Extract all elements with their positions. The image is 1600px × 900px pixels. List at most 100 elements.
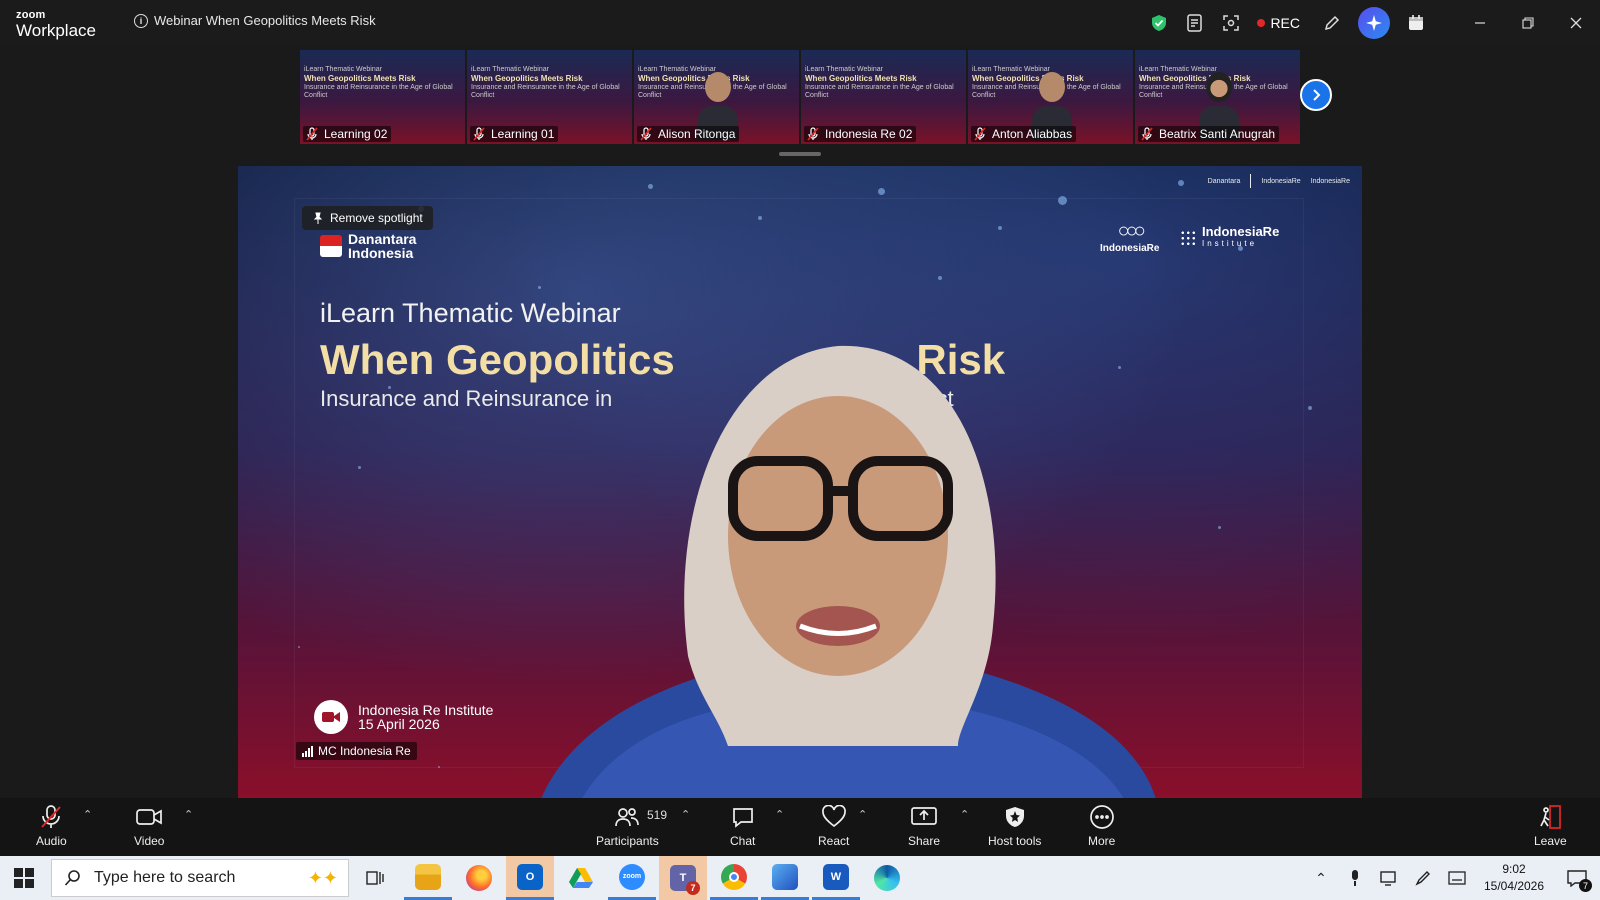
- video-camera-icon: [314, 700, 348, 734]
- google-drive-icon[interactable]: [557, 856, 605, 900]
- edge-icon[interactable]: [863, 856, 911, 900]
- participant-thumbnail[interactable]: iLearn Thematic Webinar When Geopolitics …: [467, 50, 632, 144]
- participant-thumbnail[interactable]: iLearn Thematic Webinar When Geopolitics …: [1135, 50, 1300, 144]
- corner-danantara-logo: Danantara: [1207, 177, 1241, 185]
- photos-icon[interactable]: [761, 856, 809, 900]
- next-page-chevron-right-icon[interactable]: [1300, 79, 1332, 111]
- notifications-icon[interactable]: 7: [1554, 856, 1600, 900]
- speaker-person: [541, 345, 1156, 798]
- minimize-icon[interactable]: [1456, 0, 1504, 46]
- danantara-line2: Indonesia: [348, 245, 414, 261]
- bokeh-dot: [758, 216, 762, 220]
- zoom-workplace-logo: zoom Workplace: [16, 10, 96, 40]
- share-options-chevron-up-icon[interactable]: ⌃: [960, 808, 969, 821]
- network-icon[interactable]: [1372, 856, 1406, 900]
- more-ellipsis-icon: [1089, 804, 1115, 830]
- audio-options-chevron-up-icon[interactable]: ⌃: [83, 808, 92, 821]
- host-tools-button[interactable]: Host tools: [988, 804, 1041, 848]
- task-view-icon[interactable]: [351, 856, 399, 900]
- share-label: Share: [908, 834, 941, 848]
- audio-button[interactable]: Audio: [36, 804, 67, 848]
- participant-name: Alison Ritonga: [658, 127, 736, 141]
- danantara-logo: Danantara Indonesia: [320, 232, 416, 260]
- dots-grid-icon: [1180, 230, 1196, 246]
- participant-name: Beatrix Santi Anugrah: [1159, 127, 1276, 141]
- iri-label: IndonesiaRe: [1202, 224, 1280, 239]
- participants-options-chevron-up-icon[interactable]: ⌃: [681, 808, 690, 821]
- annotate-pencil-icon[interactable]: [1314, 5, 1350, 41]
- outlook-icon[interactable]: O: [506, 856, 554, 900]
- react-button[interactable]: React: [818, 804, 849, 848]
- more-button[interactable]: More: [1088, 804, 1115, 848]
- microphone-icon[interactable]: [1338, 856, 1372, 900]
- remove-spotlight-button[interactable]: Remove spotlight: [302, 206, 433, 230]
- pen-icon[interactable]: [1406, 856, 1440, 900]
- chat-label: Chat: [730, 834, 756, 848]
- participant-thumbnail[interactable]: iLearn Thematic Webinar When Geopolitics …: [801, 50, 966, 144]
- participant-name: Indonesia Re 02: [825, 127, 913, 141]
- info-icon[interactable]: i: [134, 13, 148, 28]
- share-screen-icon: [910, 804, 938, 830]
- windows-start-icon[interactable]: [14, 868, 34, 888]
- main-speaker-video[interactable]: Danantara IndonesiaRe IndonesiaRe Remove…: [238, 166, 1362, 798]
- bokeh-dot: [1218, 526, 1221, 529]
- more-label: More: [1088, 834, 1116, 848]
- show-hidden-icons-chevron-up-icon[interactable]: ⌃: [1304, 856, 1338, 900]
- bokeh-dot: [438, 766, 440, 768]
- taskbar-search-box[interactable]: Type here to search ✦✦: [51, 859, 349, 897]
- thumbnail-name-tag: Learning 01: [470, 126, 559, 142]
- view-focus-icon[interactable]: [1213, 5, 1249, 41]
- speaker-name-tag: MC Indonesia Re: [296, 742, 417, 760]
- participant-thumbnail[interactable]: iLearn Thematic Webinar When Geopolitics …: [634, 50, 799, 144]
- slide-subtitle: iLearn Thematic Webinar: [320, 298, 621, 328]
- notes-icon[interactable]: [1177, 5, 1213, 41]
- indonesiare-institute-logo: IndonesiaRe Institute: [1180, 224, 1280, 250]
- recording-indicator[interactable]: REC: [1257, 15, 1300, 31]
- host-shield-icon: [1004, 804, 1026, 830]
- connection-signal-icon: [302, 745, 313, 757]
- apps-icon[interactable]: [1398, 5, 1434, 41]
- danantara-line1: Danantara: [348, 231, 417, 247]
- participant-thumbnail[interactable]: iLearn Thematic Webinar When Geopolitics …: [968, 50, 1133, 144]
- corner-logos: Danantara IndonesiaRe IndonesiaRe: [1208, 174, 1350, 188]
- touch-keyboard-icon[interactable]: [1440, 856, 1474, 900]
- corner-iri-logo: IndonesiaRe: [1310, 177, 1350, 185]
- thumbnail-slide-text: iLearn Thematic Webinar When Geopolitics …: [304, 66, 453, 100]
- video-button[interactable]: Video: [134, 804, 164, 848]
- chat-button[interactable]: Chat: [730, 804, 755, 848]
- ai-companion-sparkle-icon[interactable]: [1358, 7, 1390, 39]
- meeting-info[interactable]: i Webinar When Geopolitics Meets Risk: [134, 13, 376, 28]
- encryption-shield-icon[interactable]: [1141, 5, 1177, 41]
- zoom-app-icon[interactable]: zoom: [608, 856, 656, 900]
- share-button[interactable]: Share: [908, 804, 940, 848]
- chat-bubble-icon: [731, 804, 755, 830]
- pin-icon: [313, 212, 323, 224]
- strip-resize-handle[interactable]: [779, 152, 821, 156]
- participant-name: Anton Aliabbas: [992, 127, 1073, 141]
- word-icon[interactable]: W: [812, 856, 860, 900]
- participant-name: Learning 02: [324, 127, 388, 141]
- event-info: Indonesia Re Institute 15 April 2026: [314, 700, 493, 734]
- spotlight-label: Remove spotlight: [330, 211, 423, 225]
- teams-icon[interactable]: T7: [659, 856, 707, 900]
- chrome-icon[interactable]: [710, 856, 758, 900]
- close-icon[interactable]: [1552, 0, 1600, 46]
- microphone-muted-icon: [807, 127, 819, 141]
- title-bar: zoom Workplace i Webinar When Geopolitic…: [0, 0, 1600, 46]
- thumbnail-name-tag: Learning 02: [303, 126, 392, 142]
- chat-options-chevron-up-icon[interactable]: ⌃: [775, 808, 784, 821]
- participant-thumbnail[interactable]: iLearn Thematic Webinar When Geopolitics …: [300, 50, 465, 144]
- danantara-mark-icon: [320, 235, 342, 257]
- leave-label: Leave: [1534, 834, 1567, 848]
- video-options-chevron-up-icon[interactable]: ⌃: [184, 808, 193, 821]
- react-options-chevron-up-icon[interactable]: ⌃: [858, 808, 867, 821]
- thumbnail-name-tag: Alison Ritonga: [637, 126, 740, 142]
- clock[interactable]: 9:02 15/04/2026: [1474, 861, 1554, 895]
- restore-icon[interactable]: [1504, 0, 1552, 46]
- file-explorer-icon[interactable]: [404, 856, 452, 900]
- microphone-muted-icon: [306, 127, 318, 141]
- firefox-icon[interactable]: [455, 856, 503, 900]
- thumbnail-name-tag: Indonesia Re 02: [804, 126, 917, 142]
- leave-button[interactable]: Leave: [1534, 804, 1567, 848]
- microphone-muted-icon: [640, 127, 652, 141]
